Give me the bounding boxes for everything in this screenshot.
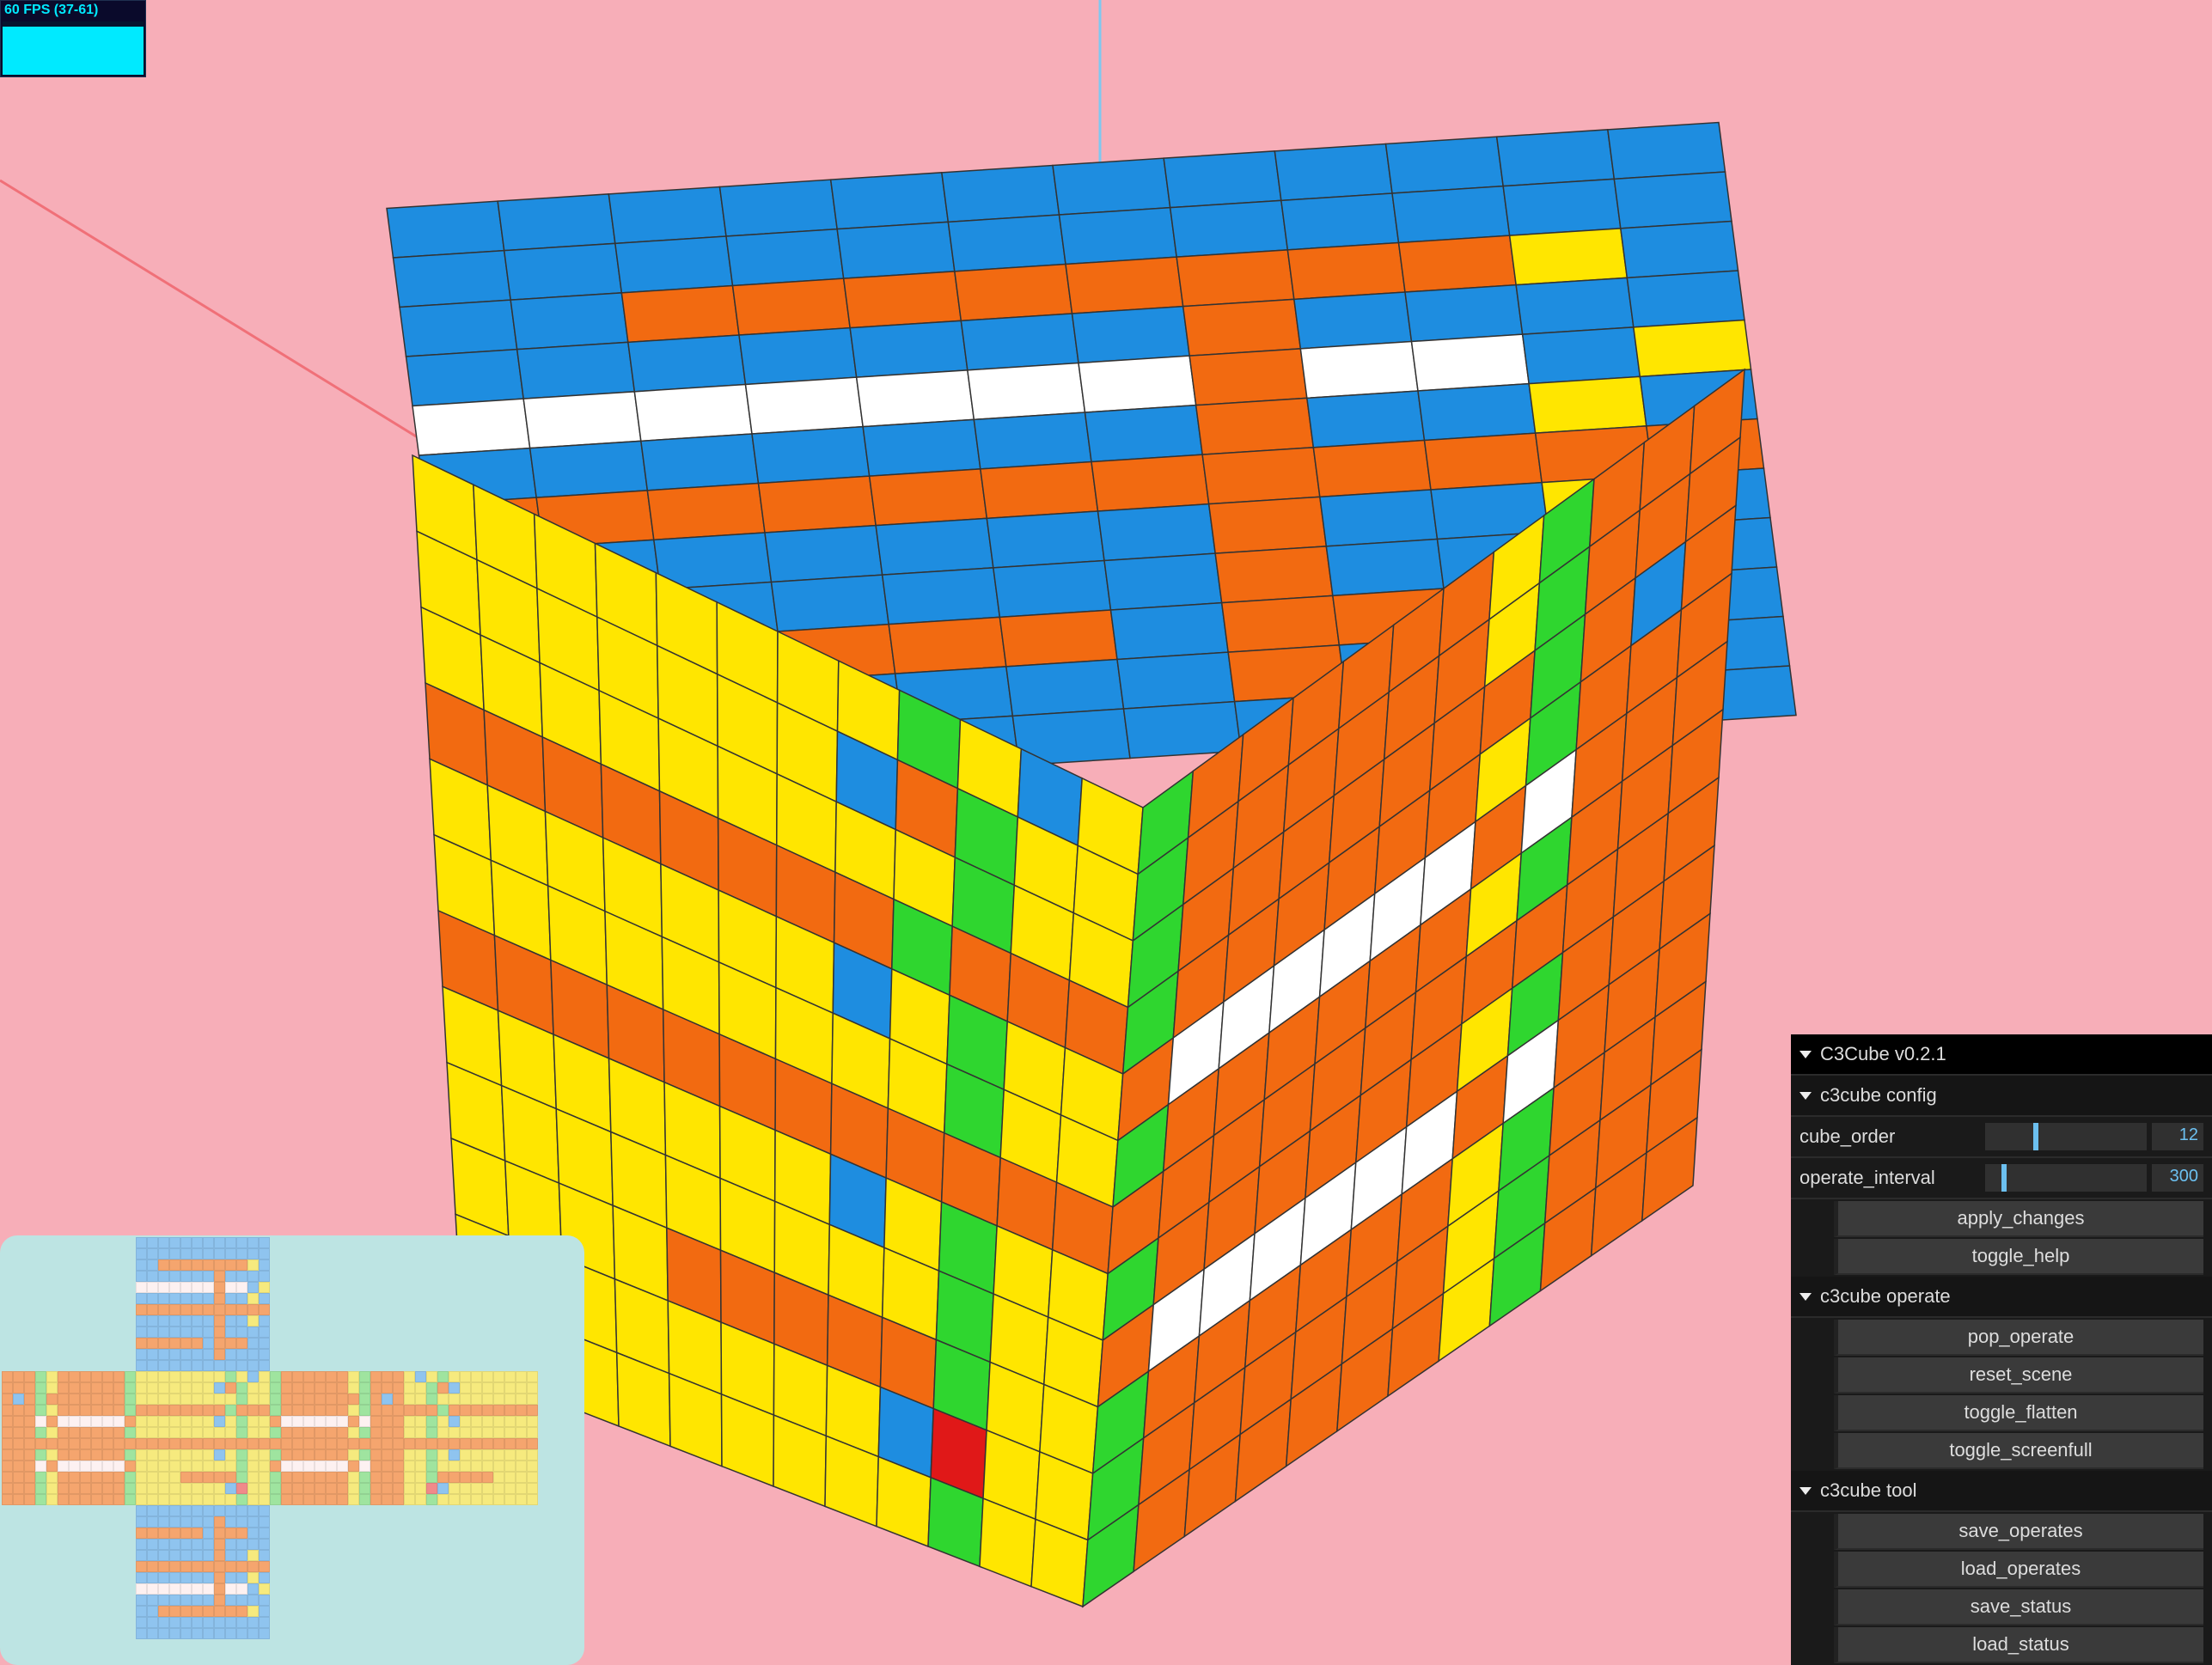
btn-load-status[interactable]: load_status <box>1834 1627 2203 1663</box>
fps-graph <box>3 21 144 75</box>
control-panel[interactable]: C3Cube v0.2.1 c3cube config cube_order 1… <box>1791 1034 2212 1665</box>
section-label: c3cube operate <box>1820 1287 1951 1306</box>
slider-operate-interval[interactable] <box>1985 1164 2147 1192</box>
prop-label: cube_order <box>1800 1127 1980 1146</box>
btn-apply-changes[interactable]: apply_changes <box>1834 1201 2203 1237</box>
section-tool[interactable]: c3cube tool <box>1791 1471 2212 1512</box>
btn-toggle-flatten[interactable]: toggle_flatten <box>1834 1395 2203 1431</box>
panel-title: C3Cube v0.2.1 <box>1820 1045 1946 1064</box>
slider-cube-order[interactable] <box>1985 1123 2147 1150</box>
btn-pop-operate[interactable]: pop_operate <box>1834 1320 2203 1356</box>
chevron-down-icon <box>1800 1092 1812 1100</box>
value-cube-order[interactable]: 12 <box>2152 1123 2203 1150</box>
value-operate-interval[interactable]: 300 <box>2152 1164 2203 1192</box>
prop-operate-interval[interactable]: operate_interval 300 <box>1791 1158 2212 1199</box>
fps-counter: 60 FPS (37-61) <box>0 0 146 77</box>
prop-label: operate_interval <box>1800 1168 1980 1187</box>
btn-load-operates[interactable]: load_operates <box>1834 1552 2203 1588</box>
section-label: c3cube tool <box>1820 1481 1917 1500</box>
btn-save-status[interactable]: save_status <box>1834 1589 2203 1625</box>
rubiks-cube[interactable] <box>387 123 1796 1607</box>
section-operate[interactable]: c3cube operate <box>1791 1277 2212 1318</box>
section-config[interactable]: c3cube config <box>1791 1076 2212 1117</box>
chevron-down-icon <box>1800 1293 1812 1301</box>
chevron-down-icon <box>1800 1051 1812 1058</box>
chevron-down-icon <box>1800 1487 1812 1495</box>
btn-toggle-screenfull[interactable]: toggle_screenfull <box>1834 1433 2203 1469</box>
prop-cube-order[interactable]: cube_order 12 <box>1791 1117 2212 1158</box>
fps-label: 60 FPS (37-61) <box>1 1 145 20</box>
section-label: c3cube config <box>1820 1086 1937 1105</box>
cube-minimap <box>0 1235 584 1665</box>
btn-save-operates[interactable]: save_operates <box>1834 1514 2203 1550</box>
panel-title-row[interactable]: C3Cube v0.2.1 <box>1791 1034 2212 1076</box>
axis-x <box>0 180 447 455</box>
btn-toggle-help[interactable]: toggle_help <box>1834 1239 2203 1275</box>
btn-reset-scene[interactable]: reset_scene <box>1834 1357 2203 1394</box>
